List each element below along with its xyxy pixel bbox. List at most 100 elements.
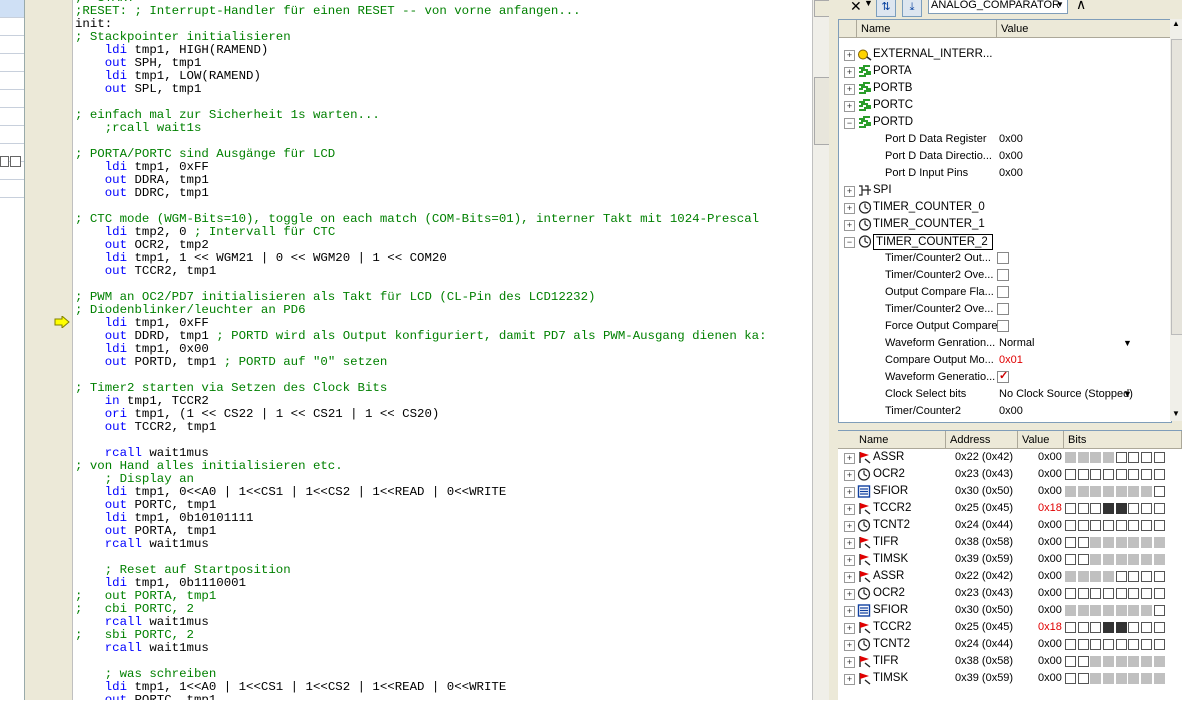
- source-code[interactable]: ; START;RESET: ; Interrupt-Handler für e…: [75, 0, 810, 700]
- io-row[interactable]: Output Compare Fla...: [839, 284, 1171, 301]
- register-bit[interactable]: [1128, 537, 1140, 548]
- expand-icon[interactable]: +: [844, 623, 855, 634]
- io-field-checkbox[interactable]: [997, 269, 1009, 281]
- code-line[interactable]: rcall wait1mus: [75, 538, 810, 551]
- pin-icon[interactable]: ⊼: [1076, 0, 1086, 13]
- register-value[interactable]: 0x00: [1038, 585, 1062, 602]
- register-row[interactable]: + ASSR 0x22 (0x42) 0x00: [838, 449, 1182, 466]
- io-row[interactable]: Timer/Counter2 0x00: [839, 403, 1171, 420]
- scroll-up-arrow-icon[interactable]: ▲: [1171, 19, 1181, 29]
- editor-gutter[interactable]: [42, 0, 73, 700]
- register-bit[interactable]: [1077, 486, 1089, 497]
- io-row[interactable]: + TIMER_COUNTER_1: [839, 216, 1171, 233]
- expand-icon[interactable]: +: [844, 67, 855, 78]
- io-vertical-scrollbar[interactable]: ▲ ▼: [1170, 19, 1182, 421]
- register-row[interactable]: + OCR2 0x23 (0x43) 0x00: [838, 466, 1182, 483]
- io-row[interactable]: Force Output Compare: [839, 318, 1171, 335]
- io-field-checkbox[interactable]: [997, 320, 1009, 332]
- register-bit[interactable]: [1153, 452, 1165, 463]
- expand-button[interactable]: ⤓: [902, 0, 922, 17]
- code-line[interactable]: out TCCR2, tmp1: [75, 421, 810, 434]
- io-column-name[interactable]: Name: [857, 20, 997, 38]
- register-bit[interactable]: [1153, 588, 1165, 599]
- io-field-checkbox[interactable]: [997, 252, 1009, 264]
- register-bit[interactable]: [1128, 588, 1140, 599]
- register-bit[interactable]: [1065, 588, 1076, 599]
- io-row[interactable]: + TIMER_COUNTER_0: [839, 199, 1171, 216]
- register-value[interactable]: 0x00: [1038, 602, 1062, 619]
- register-bit[interactable]: [1153, 639, 1165, 650]
- register-bit[interactable]: [1141, 622, 1153, 633]
- register-bit[interactable]: [1065, 554, 1076, 565]
- register-bit[interactable]: [1153, 503, 1165, 514]
- register-bit[interactable]: [1090, 673, 1102, 684]
- register-bit[interactable]: [1090, 469, 1102, 480]
- io-field-checkbox[interactable]: [997, 303, 1009, 315]
- expand-icon[interactable]: +: [844, 84, 855, 95]
- chevron-down-icon[interactable]: ▼: [1053, 0, 1067, 13]
- register-bit[interactable]: [1077, 469, 1089, 480]
- register-bit[interactable]: [1153, 673, 1165, 684]
- io-row[interactable]: + PORTC: [839, 97, 1171, 114]
- register-bit[interactable]: [1103, 656, 1115, 667]
- register-bit[interactable]: [1128, 503, 1140, 514]
- expand-icon[interactable]: +: [844, 470, 855, 481]
- register-bit[interactable]: [1077, 605, 1089, 616]
- register-bit[interactable]: [1141, 571, 1153, 582]
- register-value[interactable]: 0x00: [1038, 483, 1062, 500]
- register-value[interactable]: 0x00: [1038, 670, 1062, 687]
- code-line[interactable]: out PORTD, tmp1 ; PORTD auf "0" setzen: [75, 356, 810, 369]
- register-bit[interactable]: [1065, 673, 1076, 684]
- io-row[interactable]: Port D Data Register 0x00: [839, 131, 1171, 148]
- io-field-value[interactable]: 0x00: [999, 148, 1023, 165]
- io-row[interactable]: Waveform Genration... Normal ▼: [839, 335, 1171, 352]
- register-row[interactable]: + TCCR2 0x25 (0x45) 0x18: [838, 500, 1182, 517]
- register-bit[interactable]: [1103, 452, 1115, 463]
- register-bit[interactable]: [1141, 537, 1153, 548]
- register-bit[interactable]: [1077, 520, 1089, 531]
- io-row[interactable]: + PORTA: [839, 63, 1171, 80]
- register-bit[interactable]: [1115, 622, 1127, 633]
- io-row[interactable]: Compare Output Mo... 0x01: [839, 352, 1171, 369]
- reg-column-address[interactable]: Address: [946, 431, 1018, 449]
- register-bit[interactable]: [1115, 486, 1127, 497]
- left-panel-checkbox[interactable]: [0, 156, 9, 167]
- register-row[interactable]: + TIFR 0x38 (0x58) 0x00: [838, 653, 1182, 670]
- register-bit[interactable]: [1153, 571, 1165, 582]
- register-bit[interactable]: [1141, 673, 1153, 684]
- io-field-value[interactable]: 0x00: [999, 165, 1023, 182]
- register-row[interactable]: + TIFR 0x38 (0x58) 0x00: [838, 534, 1182, 551]
- register-bit[interactable]: [1103, 639, 1115, 650]
- register-value[interactable]: 0x00: [1038, 517, 1062, 534]
- register-bit[interactable]: [1065, 656, 1076, 667]
- register-bit[interactable]: [1103, 588, 1115, 599]
- register-bit[interactable]: [1103, 622, 1115, 633]
- register-bit[interactable]: [1065, 452, 1076, 463]
- expand-icon[interactable]: +: [844, 640, 855, 651]
- io-field-select[interactable]: Normal: [999, 335, 1034, 352]
- io-row[interactable]: Port D Input Pins 0x00: [839, 165, 1171, 182]
- register-row[interactable]: + TIMSK 0x39 (0x59) 0x00: [838, 551, 1182, 568]
- expand-icon[interactable]: +: [844, 504, 855, 515]
- expand-icon[interactable]: +: [844, 50, 855, 61]
- register-bit[interactable]: [1115, 452, 1127, 463]
- left-panel-checkbox-2[interactable]: [10, 156, 21, 167]
- register-bit[interactable]: [1115, 571, 1127, 582]
- register-bit[interactable]: [1090, 486, 1102, 497]
- register-bit[interactable]: [1090, 537, 1102, 548]
- expand-icon[interactable]: +: [844, 186, 855, 197]
- expand-icon[interactable]: +: [844, 589, 855, 600]
- io-field-value[interactable]: 0x00: [999, 131, 1023, 148]
- code-line[interactable]: out PORTC, tmp1: [75, 694, 810, 701]
- register-bit[interactable]: [1103, 503, 1115, 514]
- register-bit[interactable]: [1077, 656, 1089, 667]
- register-bit[interactable]: [1065, 520, 1076, 531]
- expand-icon[interactable]: +: [844, 606, 855, 617]
- io-row[interactable]: Waveform Generatio...: [839, 368, 1171, 386]
- expand-icon[interactable]: +: [844, 487, 855, 498]
- register-bit[interactable]: [1153, 605, 1165, 616]
- io-scroll-thumb[interactable]: [1171, 39, 1182, 335]
- collapse-icon[interactable]: −: [844, 237, 855, 248]
- register-bit[interactable]: [1065, 537, 1076, 548]
- register-bit[interactable]: [1065, 622, 1076, 633]
